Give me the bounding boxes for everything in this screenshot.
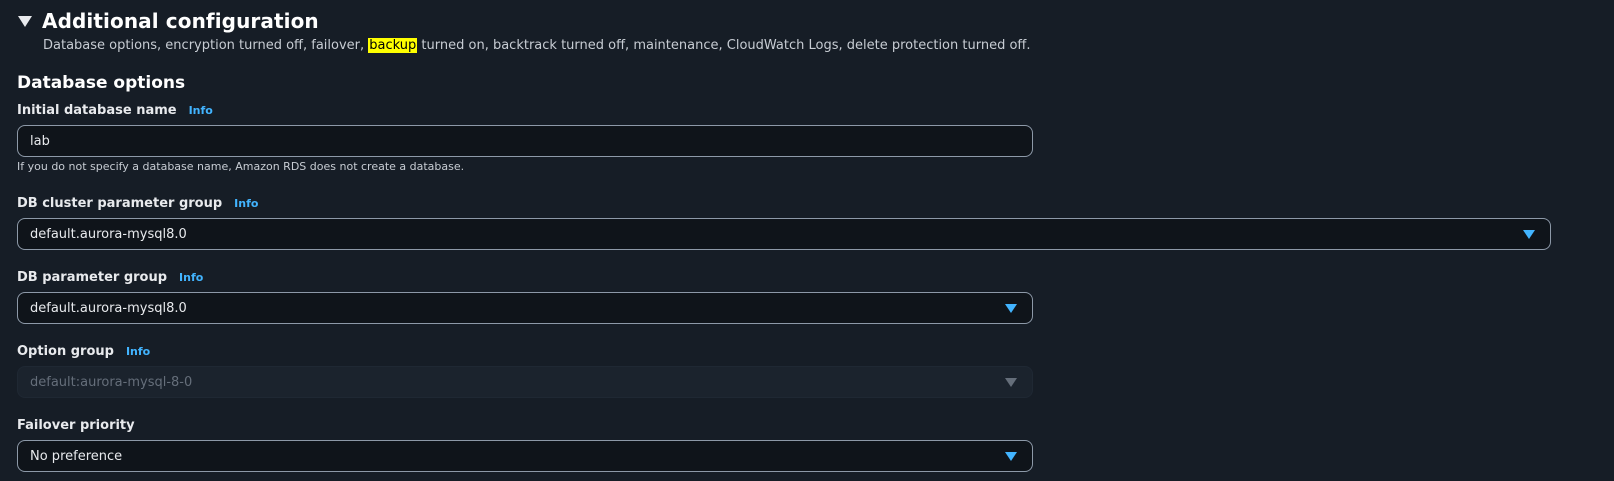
cluster-param-group-label: DB cluster parameter group Info [17, 196, 258, 211]
failover-priority-label: Failover priority [17, 418, 135, 433]
section-title: Database options [17, 73, 186, 93]
description-text-before: Database options, encryption turned off,… [43, 38, 369, 53]
cluster-param-group-info-link[interactable]: Info [234, 197, 258, 210]
initial-db-name-hint: If you do not specify a database name, A… [17, 160, 465, 173]
search-highlight: backup [368, 38, 418, 53]
initial-db-name-info-link[interactable]: Info [189, 104, 213, 117]
caret-down-icon [1005, 451, 1017, 461]
initial-db-name-input[interactable] [17, 125, 1033, 157]
cluster-param-group-value: default.aurora-mysql8.0 [30, 226, 187, 242]
db-param-group-value: default.aurora-mysql8.0 [30, 300, 187, 316]
db-param-group-label: DB parameter group Info [17, 270, 203, 285]
panel-title: Additional configuration [42, 9, 319, 33]
db-param-group-label-text: DB parameter group [17, 270, 168, 285]
initial-db-name-label: Initial database name Info [17, 103, 213, 118]
caret-down-icon [1005, 303, 1017, 313]
panel-description: Database options, encryption turned off,… [43, 38, 1031, 53]
option-group-info-link[interactable]: Info [126, 345, 150, 358]
initial-db-name-label-text: Initial database name [17, 103, 177, 118]
caret-down-icon [1005, 377, 1017, 387]
caret-down-icon [1523, 229, 1535, 239]
failover-priority-value: No preference [30, 448, 123, 464]
description-text-after: turned on, backtrack turned off, mainten… [417, 38, 1031, 53]
caret-down-icon [18, 16, 32, 27]
option-group-value: default:aurora-mysql-8-0 [30, 374, 193, 390]
additional-configuration-toggle[interactable]: Additional configuration [18, 9, 319, 33]
option-group-label-text: Option group [17, 344, 114, 359]
additional-configuration-panel: Additional configuration Database option… [0, 0, 1614, 481]
cluster-param-group-select[interactable]: default.aurora-mysql8.0 [17, 218, 1551, 250]
failover-priority-label-text: Failover priority [17, 418, 135, 433]
cluster-param-group-label-text: DB cluster parameter group [17, 196, 223, 211]
option-group-label: Option group Info [17, 344, 150, 359]
db-param-group-select[interactable]: default.aurora-mysql8.0 [17, 292, 1033, 324]
failover-priority-select[interactable]: No preference [17, 440, 1033, 472]
db-param-group-info-link[interactable]: Info [179, 271, 203, 284]
option-group-select: default:aurora-mysql-8-0 [17, 366, 1033, 398]
